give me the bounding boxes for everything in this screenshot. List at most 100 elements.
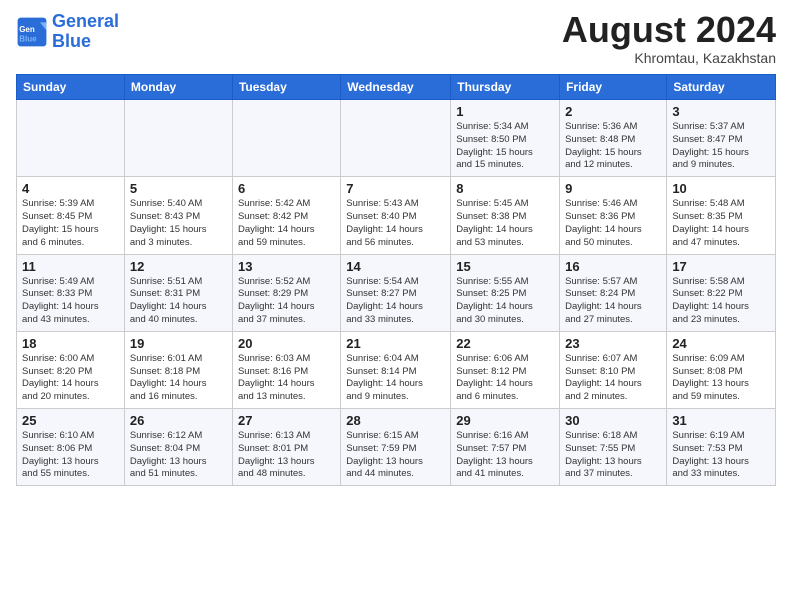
day-number: 10 xyxy=(672,181,770,196)
title-block: August 2024 Khromtau, Kazakhstan xyxy=(562,12,776,66)
calendar-cell: 26Sunrise: 6:12 AM Sunset: 8:04 PM Dayli… xyxy=(124,409,232,486)
day-number: 4 xyxy=(22,181,119,196)
calendar-cell xyxy=(17,100,125,177)
calendar-cell: 1 Sunrise: 5:34 AM Sunset: 8:50 PM Daylig… xyxy=(451,100,560,177)
calendar-cell: 2Sunrise: 5:36 AM Sunset: 8:48 PM Daylig… xyxy=(560,100,667,177)
calendar-cell: 16Sunrise: 5:57 AM Sunset: 8:24 PM Dayli… xyxy=(560,254,667,331)
calendar-cell: 21 Sunrise: 6:04 AM Sunset: 8:14 PM Dayli… xyxy=(341,331,451,408)
logo-icon: Gen Blue xyxy=(16,16,48,48)
calendar-cell: 18 Sunrise: 6:00 AM Sunset: 8:20 PM Dayli… xyxy=(17,331,125,408)
day-info: Sunrise: 5:45 AM Sunset: 8:38 PM Dayligh… xyxy=(456,198,554,249)
calendar-cell: 30 Sunrise: 6:18 AM Sunset: 7:55 PM Dayli… xyxy=(560,409,667,486)
day-info: Sunrise: 6:07 AM Sunset: 8:10 PM Dayligh… xyxy=(565,353,661,404)
calendar-cell: 6 Sunrise: 5:42 AM Sunset: 8:42 PM Daylig… xyxy=(232,177,340,254)
calendar-week-2: 4 Sunrise: 5:39 AM Sunset: 8:45 PM Daylig… xyxy=(17,177,776,254)
calendar-cell: 11 Sunrise: 5:49 AM Sunset: 8:33 PM Dayli… xyxy=(17,254,125,331)
calendar-cell: 28 Sunrise: 6:15 AM Sunset: 7:59 PM Dayli… xyxy=(341,409,451,486)
day-number: 20 xyxy=(238,336,335,351)
day-info: Sunrise: 6:18 AM Sunset: 7:55 PM Dayligh… xyxy=(565,430,661,481)
calendar-cell: 29Sunrise: 6:16 AM Sunset: 7:57 PM Dayli… xyxy=(451,409,560,486)
day-info: Sunrise: 5:37 AM Sunset: 8:47 PM Dayligh… xyxy=(672,121,770,172)
weekday-header-monday: Monday xyxy=(124,75,232,100)
day-info: Sunrise: 6:15 AM Sunset: 7:59 PM Dayligh… xyxy=(346,430,445,481)
logo: Gen Blue General Blue xyxy=(16,12,119,52)
calendar-cell: 17 Sunrise: 5:58 AM Sunset: 8:22 PM Dayli… xyxy=(667,254,776,331)
calendar-week-3: 11 Sunrise: 5:49 AM Sunset: 8:33 PM Dayli… xyxy=(17,254,776,331)
calendar-week-1: 1 Sunrise: 5:34 AM Sunset: 8:50 PM Daylig… xyxy=(17,100,776,177)
calendar-cell xyxy=(124,100,232,177)
weekday-header-sunday: Sunday xyxy=(17,75,125,100)
day-number: 24 xyxy=(672,336,770,351)
calendar-cell: 23Sunrise: 6:07 AM Sunset: 8:10 PM Dayli… xyxy=(560,331,667,408)
day-number: 26 xyxy=(130,413,227,428)
weekday-header-friday: Friday xyxy=(560,75,667,100)
day-number: 22 xyxy=(456,336,554,351)
day-info: Sunrise: 6:16 AM Sunset: 7:57 PM Dayligh… xyxy=(456,430,554,481)
weekday-header-wednesday: Wednesday xyxy=(341,75,451,100)
header: Gen Blue General Blue August 2024 Khromt… xyxy=(16,12,776,66)
location-subtitle: Khromtau, Kazakhstan xyxy=(562,50,776,66)
calendar-cell: 12 Sunrise: 5:51 AM Sunset: 8:31 PM Dayli… xyxy=(124,254,232,331)
calendar-cell: 24 Sunrise: 6:09 AM Sunset: 8:08 PM Dayli… xyxy=(667,331,776,408)
svg-text:Gen: Gen xyxy=(19,25,35,34)
day-number: 5 xyxy=(130,181,227,196)
day-number: 11 xyxy=(22,259,119,274)
day-info: Sunrise: 6:09 AM Sunset: 8:08 PM Dayligh… xyxy=(672,353,770,404)
day-info: Sunrise: 5:54 AM Sunset: 8:27 PM Dayligh… xyxy=(346,276,445,327)
day-number: 15 xyxy=(456,259,554,274)
weekday-header-thursday: Thursday xyxy=(451,75,560,100)
day-number: 1 xyxy=(456,104,554,119)
day-number: 21 xyxy=(346,336,445,351)
day-info: Sunrise: 5:55 AM Sunset: 8:25 PM Dayligh… xyxy=(456,276,554,327)
day-number: 6 xyxy=(238,181,335,196)
day-info: Sunrise: 6:03 AM Sunset: 8:16 PM Dayligh… xyxy=(238,353,335,404)
day-info: Sunrise: 6:13 AM Sunset: 8:01 PM Dayligh… xyxy=(238,430,335,481)
calendar-cell: 20 Sunrise: 6:03 AM Sunset: 8:16 PM Dayli… xyxy=(232,331,340,408)
day-info: Sunrise: 5:49 AM Sunset: 8:33 PM Dayligh… xyxy=(22,276,119,327)
weekday-header-saturday: Saturday xyxy=(667,75,776,100)
calendar-table: SundayMondayTuesdayWednesdayThursdayFrid… xyxy=(16,74,776,486)
day-info: Sunrise: 5:39 AM Sunset: 8:45 PM Dayligh… xyxy=(22,198,119,249)
day-info: Sunrise: 5:51 AM Sunset: 8:31 PM Dayligh… xyxy=(130,276,227,327)
calendar-cell: 19Sunrise: 6:01 AM Sunset: 8:18 PM Dayli… xyxy=(124,331,232,408)
calendar-cell: 13Sunrise: 5:52 AM Sunset: 8:29 PM Dayli… xyxy=(232,254,340,331)
calendar-cell: 31Sunrise: 6:19 AM Sunset: 7:53 PM Dayli… xyxy=(667,409,776,486)
calendar-cell: 10Sunrise: 5:48 AM Sunset: 8:35 PM Dayli… xyxy=(667,177,776,254)
svg-text:Blue: Blue xyxy=(19,34,37,43)
day-info: Sunrise: 5:34 AM Sunset: 8:50 PM Dayligh… xyxy=(456,121,554,172)
weekday-header-tuesday: Tuesday xyxy=(232,75,340,100)
day-number: 16 xyxy=(565,259,661,274)
day-number: 18 xyxy=(22,336,119,351)
day-info: Sunrise: 6:00 AM Sunset: 8:20 PM Dayligh… xyxy=(22,353,119,404)
calendar-cell: 25 Sunrise: 6:10 AM Sunset: 8:06 PM Dayli… xyxy=(17,409,125,486)
calendar-cell: 4 Sunrise: 5:39 AM Sunset: 8:45 PM Daylig… xyxy=(17,177,125,254)
calendar-cell: 22 Sunrise: 6:06 AM Sunset: 8:12 PM Dayli… xyxy=(451,331,560,408)
day-info: Sunrise: 6:10 AM Sunset: 8:06 PM Dayligh… xyxy=(22,430,119,481)
day-info: Sunrise: 5:52 AM Sunset: 8:29 PM Dayligh… xyxy=(238,276,335,327)
day-info: Sunrise: 6:04 AM Sunset: 8:14 PM Dayligh… xyxy=(346,353,445,404)
page: Gen Blue General Blue August 2024 Khromt… xyxy=(0,0,792,494)
logo-text: General Blue xyxy=(52,12,119,52)
month-title: August 2024 xyxy=(562,12,776,48)
calendar-cell: 9Sunrise: 5:46 AM Sunset: 8:36 PM Daylig… xyxy=(560,177,667,254)
day-number: 8 xyxy=(456,181,554,196)
calendar-week-5: 25 Sunrise: 6:10 AM Sunset: 8:06 PM Dayli… xyxy=(17,409,776,486)
day-info: Sunrise: 5:36 AM Sunset: 8:48 PM Dayligh… xyxy=(565,121,661,172)
day-number: 30 xyxy=(565,413,661,428)
day-number: 28 xyxy=(346,413,445,428)
calendar-cell: 14Sunrise: 5:54 AM Sunset: 8:27 PM Dayli… xyxy=(341,254,451,331)
day-info: Sunrise: 5:46 AM Sunset: 8:36 PM Dayligh… xyxy=(565,198,661,249)
day-info: Sunrise: 6:06 AM Sunset: 8:12 PM Dayligh… xyxy=(456,353,554,404)
day-number: 19 xyxy=(130,336,227,351)
calendar-cell: 7Sunrise: 5:43 AM Sunset: 8:40 PM Daylig… xyxy=(341,177,451,254)
day-info: Sunrise: 5:42 AM Sunset: 8:42 PM Dayligh… xyxy=(238,198,335,249)
day-number: 12 xyxy=(130,259,227,274)
day-info: Sunrise: 5:40 AM Sunset: 8:43 PM Dayligh… xyxy=(130,198,227,249)
weekday-header-row: SundayMondayTuesdayWednesdayThursdayFrid… xyxy=(17,75,776,100)
day-number: 7 xyxy=(346,181,445,196)
day-number: 17 xyxy=(672,259,770,274)
calendar-cell xyxy=(232,100,340,177)
day-number: 27 xyxy=(238,413,335,428)
day-info: Sunrise: 5:58 AM Sunset: 8:22 PM Dayligh… xyxy=(672,276,770,327)
day-number: 25 xyxy=(22,413,119,428)
